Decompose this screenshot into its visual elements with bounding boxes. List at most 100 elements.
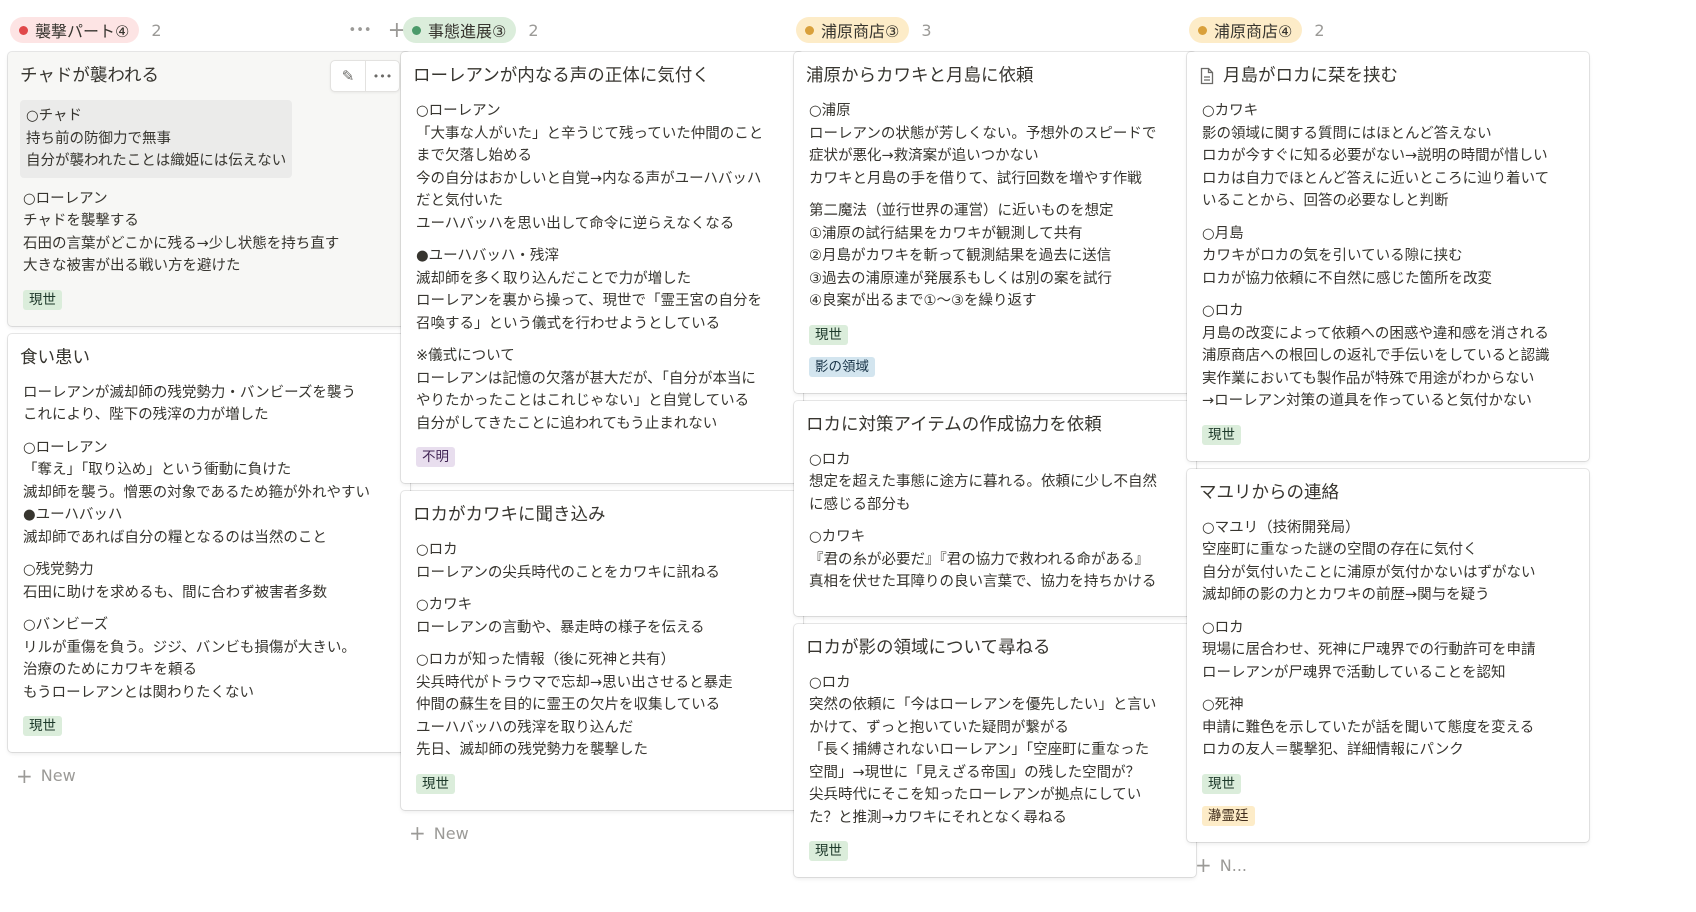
card-block-wrap: ○カワキ 影の領域に関する質問にはほとんど答えない ロカが今すぐに知る必要がない… [1199, 100, 1577, 213]
edit-icon[interactable]: ✎ [331, 61, 365, 91]
tag-list: 現世 [20, 288, 398, 314]
card-block-wrap: 第二魔法（並行世界の運営）に近いものを想定 ①浦原の試行結果をカワキが観測して共… [806, 200, 1184, 313]
card-text: ○ロカ 想定を超えた事態に途方に暮れる。依頼に少し不自然 に感じる部分も [809, 451, 1157, 513]
card-text: ○ロカ 現場に居合わせ、死神に尸魂界での行動許可を申請 ローレアンが尸魂界で活動… [1202, 619, 1536, 681]
more-icon[interactable]: ••• [349, 23, 372, 38]
card-block-wrap: ○ロカ 想定を超えた事態に途方に暮れる。依頼に少し不自然 に感じる部分も [806, 449, 1184, 517]
board-card[interactable]: ロカがカワキに聞き込み ○ロカ ローレアンの尖兵時代のことをカワキに訊ねる ○カワキ… [401, 491, 803, 810]
card-block-wrap: ○ロカ 現場に居合わせ、死神に尸魂界での行動許可を申請 ローレアンが尸魂界で活動… [1199, 617, 1577, 685]
board-card[interactable]: ロカに対策アイテムの作成協力を依頼 ○ロカ 想定を超えた事態に途方に暮れる。依頼に… [794, 400, 1196, 616]
board-card[interactable]: チャドが襲われる ✎ ••• ○チャド 持ち前の防御力で無事 自分が襲われたことは織姫… [8, 52, 410, 326]
tag-list: 不明 [413, 445, 791, 471]
card-text: ○カワキ 影の領域に関する質問にはほとんど答えない ロカが今すぐに知る必要がない… [1202, 103, 1550, 209]
card-text: ローレアンが滅却師の残党勢力・バンビーズを襲う これにより、陛下の残滓の力が増し… [23, 384, 356, 424]
location-tag: 現世 [416, 773, 455, 794]
card-title-text: 浦原からカワキと月島に依頼 [806, 66, 1034, 86]
card-block-wrap: ○カワキ 『君の糸が必要だ』『君の協力で救われる命がある』 真相を伏せた耳障りの… [806, 526, 1184, 594]
card-list: 浦原からカワキと月島に依頼 ○浦原 ローレアンの状態が芳しくない。予想外のスピード… [794, 52, 1196, 877]
group-count: 2 [151, 20, 162, 40]
card-block-wrap: ○ローレアン 「奪え」「取り込め」という衝動に負けた 滅却師を襲う。憎悪の対象で… [20, 437, 398, 550]
card-block-wrap: ○ロカ 月島の改変によって依頼への困惑や違和感を消される 浦原商店への根回しの返… [1199, 300, 1577, 413]
location-tag: 影の領域 [809, 356, 875, 377]
card-text: ○ローレアン 「奪え」「取り込め」という衝動に負けた 滅却師を襲う。憎悪の対象で… [23, 439, 370, 546]
card-block-wrap: ○カワキ ローレアンの言動や、暴走時の様子を伝える [413, 594, 791, 639]
group-count: 3 [921, 20, 932, 40]
card-title: 食い患い [20, 346, 398, 370]
plus-icon: + [409, 821, 426, 845]
group-name: 事態進展③ [428, 22, 507, 41]
card-block-wrap: ○ロカ ローレアンの尖兵時代のことをカワキに訊ねる [413, 539, 791, 584]
tag-list: 現世 [413, 772, 791, 798]
more-icon[interactable]: ••• [365, 61, 399, 91]
new-card-button[interactable]: + New [401, 818, 803, 849]
board-card[interactable]: マユリからの連絡 ○マユリ（技術開発局） 空座町に重なった謎の空間の存在に気付く … [1187, 468, 1589, 842]
card-title: マユリからの連絡 [1199, 481, 1577, 505]
card-list: チャドが襲われる ✎ ••• ○チャド 持ち前の防御力で無事 自分が襲われたことは織姫… [8, 52, 410, 752]
card-title-text: 月島がロカに栞を挟む [1223, 66, 1398, 86]
board-card[interactable]: ロカが影の領域について尋ねる ○ロカ 突然の依頼に「今はローレアンを優先したい」と… [794, 623, 1196, 877]
card-title: ロカが影の領域について尋ねる [806, 636, 1184, 660]
card-text: ○ローレアン 「大事な人がいた」と辛うじて残っていた仲間のこと まで欠落し始める… [416, 103, 764, 232]
column-header: 襲撃パート④ 2 ••• + [8, 14, 410, 46]
location-tag: 瀞霊廷 [1202, 805, 1255, 826]
location-tag: 現世 [1202, 424, 1241, 445]
card-text: ○残党勢力 石田に助けを求めるも、間に合わず被害者多数 [23, 562, 328, 601]
tag-list: 現世 影の領域 [806, 323, 1184, 381]
new-card-button[interactable]: + New [8, 760, 410, 791]
card-title: 月島がロカに栞を挟む [1199, 64, 1577, 88]
column-header: 浦原商店③ 3 [794, 14, 1196, 46]
card-block-wrap: ※儀式について ローレアンは記憶の欠落が甚大だが、「自分が本当に やりたかったこ… [413, 345, 791, 435]
new-label: New [40, 766, 76, 785]
card-block-wrap: ○チャド 持ち前の防御力で無事 自分が襲われたことは織姫には伝えない [20, 100, 398, 188]
group-pill[interactable]: 襲撃パート④ [10, 17, 140, 43]
card-text: ○マユリ（技術開発局） 空座町に重なった謎の空間の存在に気付く 自分が気付いたこ… [1202, 519, 1536, 604]
board-card[interactable]: 食い患いローレアンが滅却師の残党勢力・バンビーズを襲う これにより、陛下の残滓の… [8, 333, 410, 752]
card-text: ○ロカが知った情報（後に死神と共有） 尖兵時代がトラウマで忘却→思い出させると暴… [416, 652, 733, 758]
board-card[interactable]: ローレアンが内なる声の正体に気付く ○ローレアン 「大事な人がいた」と辛うじて残っ… [401, 52, 803, 483]
tag-list: 現世 [20, 714, 398, 740]
card-block-wrap: ローレアンが滅却師の残党勢力・バンビーズを襲う これにより、陛下の残滓の力が増し… [20, 382, 398, 427]
card-toolbar: ✎ ••• [330, 60, 400, 92]
location-tag: 現世 [809, 841, 848, 861]
card-title: 浦原からカワキと月島に依頼 [806, 64, 1184, 88]
card-title: ロカに対策アイテムの作成協力を依頼 [806, 413, 1184, 437]
card-block-wrap: ○浦原 ローレアンの状態が芳しくない。予想外のスピードで 症状が悪化→救済案が追… [806, 100, 1184, 190]
group-count: 2 [1314, 20, 1325, 40]
card-block-wrap: ○死神 申請に難色を示していたが話を聞いて態度を変える ロカの友人＝襲撃犯、詳細… [1199, 694, 1577, 762]
card-block-wrap: ●ユーハバッハ・残滓 滅却師を多く取り込んだことで力が増した ローレアンを裏から… [413, 245, 791, 335]
card-title: ローレアンが内なる声の正体に気付く [413, 64, 791, 88]
card-text: ※儀式について ローレアンは記憶の欠落が甚大だが、「自分が本当に やりたかったこ… [416, 348, 756, 432]
card-title-text: 食い患い [20, 347, 90, 368]
group-pill[interactable]: 事態進展③ [403, 17, 517, 43]
card-text: ○浦原 ローレアンの状態が芳しくない。予想外のスピードで 症状が悪化→救済案が追… [809, 103, 1157, 187]
location-tag: 現世 [23, 716, 62, 736]
card-list: ローレアンが内なる声の正体に気付く ○ローレアン 「大事な人がいた」と辛うじて残っ… [401, 52, 803, 810]
board-card[interactable]: 浦原からカワキと月島に依頼 ○浦原 ローレアンの状態が芳しくない。予想外のスピード… [794, 52, 1196, 393]
card-title: ロカがカワキに聞き込み [413, 503, 791, 527]
card-text: ○チャド 持ち前の防御力で無事 自分が襲われたことは織姫には伝えない [20, 100, 293, 178]
card-text: ○死神 申請に難色を示していたが話を聞いて態度を変える ロカの友人＝襲撃犯、詳細… [1202, 697, 1535, 758]
new-card-button[interactable]: + N... [1187, 850, 1589, 881]
board-card[interactable]: 月島がロカに栞を挟む ○カワキ 影の領域に関する質問にはほとんど答えない ロカが今… [1187, 52, 1589, 461]
card-text: ○ロカ ローレアンの尖兵時代のことをカワキに訊ねる [416, 542, 720, 581]
card-block-wrap: ○ロカが知った情報（後に死神と共有） 尖兵時代がトラウマで忘却→思い出させると暴… [413, 649, 791, 762]
group-pill[interactable]: 浦原商店④ [1189, 17, 1303, 43]
card-text: 第二魔法（並行世界の運営）に近いものを想定 ①浦原の試行結果をカワキが観測して共… [809, 203, 1114, 309]
status-dot [805, 25, 814, 35]
card-block-wrap: ○ローレアン チャドを襲撃する 石田の言葉がどこかに残る→少し状態を持ち直す 大… [20, 188, 398, 278]
plus-icon: + [1195, 853, 1212, 877]
card-block-wrap: ○マユリ（技術開発局） 空座町に重なった謎の空間の存在に気付く 自分が気付いたこ… [1199, 517, 1577, 607]
card-title-text: チャドが襲われる [20, 66, 159, 86]
card-text: ○カワキ 『君の糸が必要だ』『君の協力で救われる命がある』 真相を伏せた耳障りの… [809, 529, 1157, 590]
column-header: 浦原商店④ 2 [1187, 14, 1589, 46]
card-text: ○カワキ ローレアンの言動や、暴走時の様子を伝える [416, 597, 705, 636]
group-name: 浦原商店④ [1214, 22, 1293, 41]
card-text: ○ロカ 突然の依頼に「今はローレアンを優先したい」と言い かけて、ずっと抱いてい… [809, 674, 1157, 826]
group-pill[interactable]: 浦原商店③ [796, 17, 910, 43]
board-column: 浦原商店④ 2 月島がロカに栞を挟む ○カワキ 影の領域に関する質問にはほとんど答えな… [1187, 14, 1589, 881]
card-title-text: ローレアンが内なる声の正体に気付く [413, 66, 710, 86]
board-column: 浦原商店③ 3 浦原からカワキと月島に依頼 ○浦原 ローレアンの状態が芳しくない。予想… [794, 14, 1196, 885]
location-tag: 現世 [23, 289, 62, 310]
card-text: ○バンビーズ リルが重傷を負う。ジジ、バンビも損傷が大きい。 治療のためにカワキ… [23, 617, 356, 701]
card-title-text: ロカに対策アイテムの作成協力を依頼 [806, 414, 1102, 435]
